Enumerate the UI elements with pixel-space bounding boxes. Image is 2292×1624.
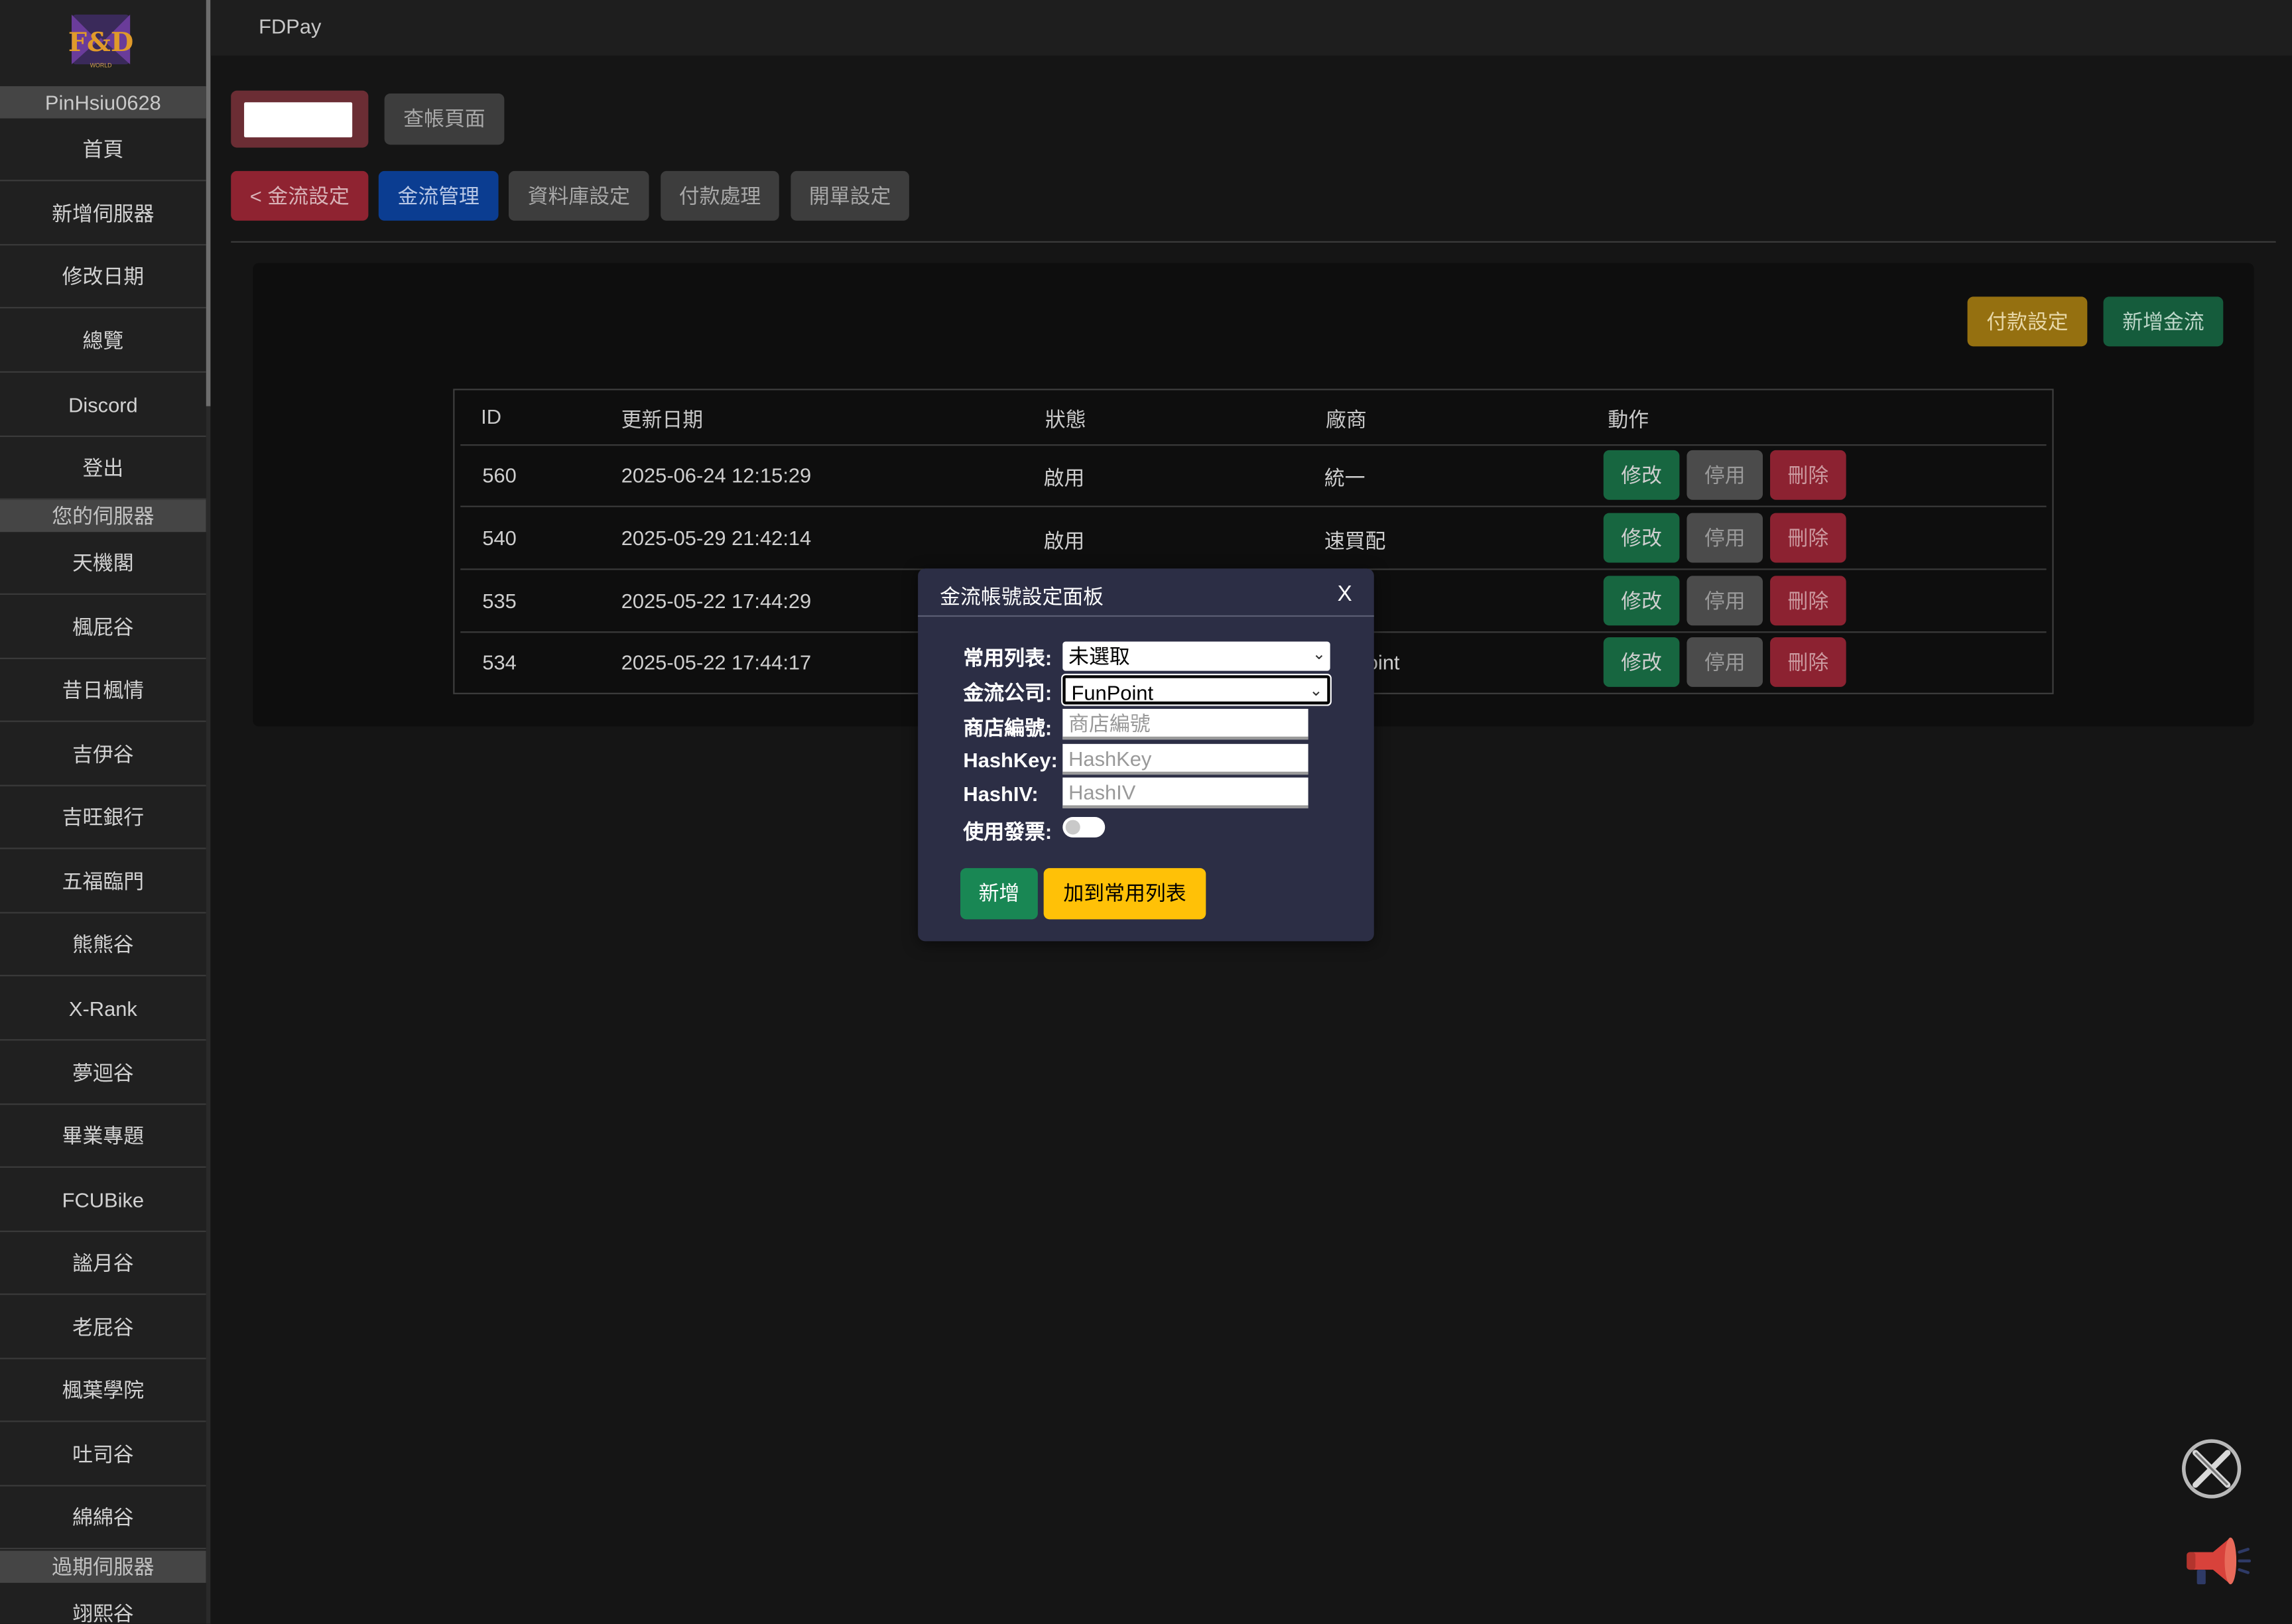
company-label: 金流公司:: [963, 681, 1052, 705]
sidebar-item-logout[interactable]: 登出: [0, 437, 206, 500]
sidebar-item-discord[interactable]: Discord: [0, 374, 206, 437]
query-page-button[interactable]: 查帳頁面: [384, 94, 505, 145]
sidebar-server-item[interactable]: 謐月谷: [0, 1232, 206, 1295]
tab-flow-management[interactable]: 金流管理: [378, 170, 499, 221]
sidebar-server-item[interactable]: 楓屁谷: [0, 596, 206, 660]
sidebar-server-item[interactable]: 楓葉學院: [0, 1359, 206, 1422]
sidebar-server-item[interactable]: 熊熊谷: [0, 914, 206, 977]
chevron-down-icon: ⌄: [1312, 646, 1326, 664]
sidebar-item-overview[interactable]: 總覽: [0, 310, 206, 373]
company-select[interactable]: FunPoint ⌄: [1061, 674, 1332, 706]
payment-settings-button[interactable]: 付款設定: [1967, 296, 2088, 347]
cell-status: 啟用: [1043, 466, 1085, 490]
megaphone-icon[interactable]: [2184, 1532, 2252, 1590]
disable-button[interactable]: 停用: [1687, 637, 1763, 687]
invoice-toggle[interactable]: [1062, 817, 1106, 838]
disable-button[interactable]: 停用: [1687, 513, 1763, 563]
column-header-vendor: 廠商: [1326, 407, 1367, 432]
hashkey-label: HashKey:: [963, 748, 1058, 772]
add-flow-button[interactable]: 新增金流: [2103, 296, 2224, 347]
hashiv-label: HashIV:: [963, 782, 1039, 806]
top-bar: FDPay: [210, 0, 2292, 56]
chevron-down-icon: ⌄: [1309, 682, 1323, 700]
divider: [231, 241, 2276, 243]
edit-button[interactable]: 修改: [1603, 450, 1680, 500]
cell-id: 534: [482, 650, 517, 674]
cell-date: 2025-05-29 21:42:14: [621, 526, 812, 550]
hashiv-input[interactable]: HashIV: [1062, 777, 1308, 808]
svg-text:F&D: F&D: [69, 27, 133, 58]
sidebar: F&D WORLD PinHsiu0628 首頁 新增伺服器 修改日期 總覽 D…: [0, 0, 206, 1624]
modal-title: 金流帳號設定面板: [940, 584, 1104, 608]
x-logo-icon[interactable]: [2179, 1437, 2244, 1501]
sidebar-item-edit-date[interactable]: 修改日期: [0, 245, 206, 309]
delete-button[interactable]: 刪除: [1770, 637, 1846, 687]
sidebar-expired-item[interactable]: 翊熙谷: [0, 1583, 206, 1624]
cell-date: 2025-05-22 17:44:29: [621, 589, 812, 613]
sidebar-server-item[interactable]: 天機閣: [0, 532, 206, 595]
favorites-label: 常用列表:: [963, 646, 1052, 670]
sidebar-server-item[interactable]: 綿綿谷: [0, 1486, 206, 1550]
column-header-date: 更新日期: [621, 407, 704, 432]
sidebar-server-item[interactable]: 畢業專題: [0, 1105, 206, 1168]
sidebar-server-item[interactable]: 吉伊谷: [0, 723, 206, 786]
modal-header-divider: [918, 615, 1374, 617]
edit-button[interactable]: 修改: [1603, 513, 1680, 563]
cell-id: 560: [482, 463, 517, 487]
edit-button[interactable]: 修改: [1603, 637, 1680, 687]
tab-order-settings[interactable]: 開單設定: [791, 170, 909, 221]
favorites-select[interactable]: 未選取 ⌄: [1062, 641, 1330, 671]
sidebar-server-item[interactable]: 吐司谷: [0, 1424, 206, 1487]
store-id-input[interactable]: 商店編號: [1062, 708, 1308, 740]
hashkey-input[interactable]: HashKey: [1062, 743, 1308, 775]
disable-button[interactable]: 停用: [1687, 576, 1763, 626]
sidebar-server-item[interactable]: 夢迴谷: [0, 1042, 206, 1105]
add-button[interactable]: 新增: [960, 868, 1038, 920]
cell-id: 535: [482, 589, 517, 613]
cell-status: 啟用: [1043, 529, 1085, 553]
sidebar-server-item[interactable]: FCUBike: [0, 1169, 206, 1232]
search-input[interactable]: [244, 102, 353, 138]
modal-close-button[interactable]: X: [1338, 582, 1352, 606]
edit-button[interactable]: 修改: [1603, 576, 1680, 626]
cell-vendor: 統一: [1324, 466, 1366, 490]
toggle-knob: [1065, 820, 1080, 835]
sidebar-server-item[interactable]: 吉旺銀行: [0, 786, 206, 849]
column-header-status: 狀態: [1045, 407, 1086, 432]
svg-text:WORLD: WORLD: [90, 62, 112, 68]
brand-title[interactable]: FDPay: [259, 15, 321, 38]
cell-id: 540: [482, 526, 517, 550]
invoice-label: 使用發票:: [963, 820, 1052, 843]
sidebar-server-item[interactable]: X-Rank: [0, 977, 206, 1041]
delete-button[interactable]: 刪除: [1770, 450, 1846, 500]
tab-payment-processing[interactable]: 付款處理: [661, 170, 779, 221]
company-select-value: FunPoint: [1071, 681, 1154, 705]
sidebar-item-add-server[interactable]: 新增伺服器: [0, 183, 206, 246]
favorites-select-value: 未選取: [1068, 644, 1130, 668]
sidebar-server-item[interactable]: 老屁谷: [0, 1296, 206, 1359]
sidebar-divider: [206, 406, 211, 1624]
sidebar-scrollbar[interactable]: [206, 0, 211, 406]
disable-button[interactable]: 停用: [1687, 450, 1763, 500]
username-label: PinHsiu0628: [0, 86, 206, 119]
store-id-label: 商店編號:: [963, 716, 1052, 740]
cell-date: 2025-06-24 12:15:29: [621, 463, 812, 487]
sidebar-item-home[interactable]: 首頁: [0, 119, 206, 182]
tab-database-settings[interactable]: 資料庫設定: [508, 170, 649, 221]
fd-logo[interactable]: F&D WORLD: [69, 6, 133, 73]
delete-button[interactable]: 刪除: [1770, 576, 1846, 626]
delete-button[interactable]: 刪除: [1770, 513, 1846, 563]
column-header-actions: 動作: [1608, 407, 1649, 432]
sidebar-server-item[interactable]: 昔日楓情: [0, 659, 206, 722]
tab-back-flow-settings[interactable]: < 金流設定: [231, 170, 369, 221]
servers-header: 您的伺服器: [0, 499, 206, 532]
cell-vendor: 速買配: [1324, 529, 1386, 553]
expired-header: 過期伺服器: [0, 1550, 206, 1583]
sidebar-server-item[interactable]: 五福臨門: [0, 851, 206, 914]
add-to-favorites-button[interactable]: 加到常用列表: [1043, 868, 1206, 920]
column-header-id: ID: [481, 405, 501, 428]
cell-date: 2025-05-22 17:44:17: [621, 650, 812, 674]
search-box: [231, 90, 369, 148]
